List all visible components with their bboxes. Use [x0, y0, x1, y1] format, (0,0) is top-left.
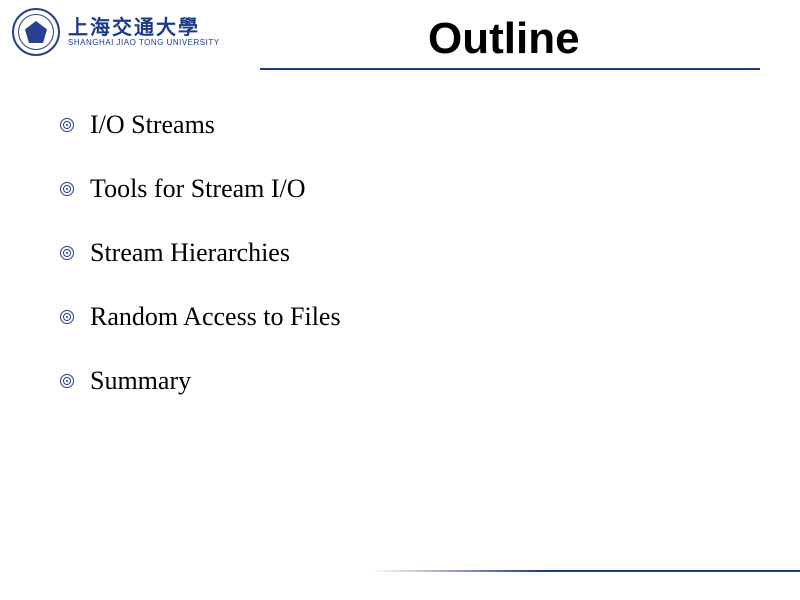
- bullet-icon: [60, 310, 74, 324]
- university-logo: 上海交通大學 Shanghai Jiao Tong University: [12, 8, 220, 56]
- bullet-icon: [60, 182, 74, 196]
- slide-title: Outline: [428, 14, 580, 64]
- bullet-text: Stream Hierarchies: [90, 238, 290, 268]
- logo-name-cn: 上海交通大學: [68, 17, 220, 39]
- list-item: I/O Streams: [60, 110, 800, 140]
- bullet-text: Tools for Stream I/O: [90, 174, 306, 204]
- bullet-text: I/O Streams: [90, 110, 215, 140]
- bullet-icon: [60, 118, 74, 132]
- bullet-text: Random Access to Files: [90, 302, 341, 332]
- list-item: Stream Hierarchies: [60, 238, 800, 268]
- footer-rule: [370, 570, 800, 572]
- list-item: Random Access to Files: [60, 302, 800, 332]
- title-container: Outline: [220, 8, 788, 64]
- list-item: Tools for Stream I/O: [60, 174, 800, 204]
- bullet-icon: [60, 374, 74, 388]
- slide-header: 上海交通大學 Shanghai Jiao Tong University Out…: [0, 0, 800, 64]
- logo-text: 上海交通大學 Shanghai Jiao Tong University: [68, 17, 220, 48]
- slide-content: I/O Streams Tools for Stream I/O Stream …: [0, 70, 800, 396]
- logo-name-en: Shanghai Jiao Tong University: [68, 39, 220, 48]
- list-item: Summary: [60, 366, 800, 396]
- logo-emblem-icon: [12, 8, 60, 56]
- bullet-icon: [60, 246, 74, 260]
- logo-mark-icon: [25, 21, 47, 43]
- bullet-text: Summary: [90, 366, 191, 396]
